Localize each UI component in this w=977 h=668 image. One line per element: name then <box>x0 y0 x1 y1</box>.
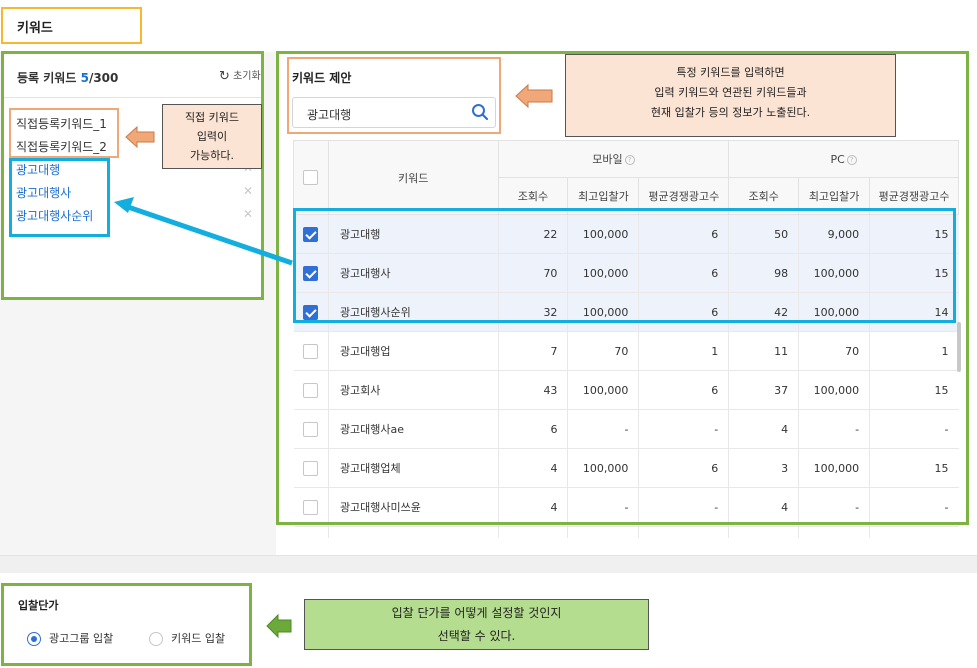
cell-m-bid: 2,100 <box>567 526 639 538</box>
callout-bid-info: 입찰 단가를 어떻게 설정할 것인지 선택할 수 있다. <box>304 599 649 650</box>
arrow-left-icon <box>125 126 155 148</box>
cell-m-views: 4 <box>497 526 568 538</box>
annotation-frame-right <box>276 51 969 525</box>
cell-p-views: 27 <box>728 526 799 538</box>
arrow-left-icon <box>266 614 292 638</box>
cell-m-comp: 6 <box>638 526 729 538</box>
section-divider <box>0 555 977 573</box>
row-check-cell <box>293 526 329 538</box>
annotation-frame-bid <box>1 583 252 666</box>
cell-p-bid: 5,000 <box>798 526 870 538</box>
keyword-cell: sns광고대행 <box>327 526 499 538</box>
callout-direct-input: 직접 키워드 입력이 가능하다. <box>162 104 262 169</box>
page-title: 키워드 <box>1 7 142 44</box>
cell-p-comp: 15 <box>869 526 959 538</box>
arrow-icon <box>114 197 293 266</box>
table-row[interactable]: sns광고대행42,1006275,00015 <box>293 526 959 538</box>
